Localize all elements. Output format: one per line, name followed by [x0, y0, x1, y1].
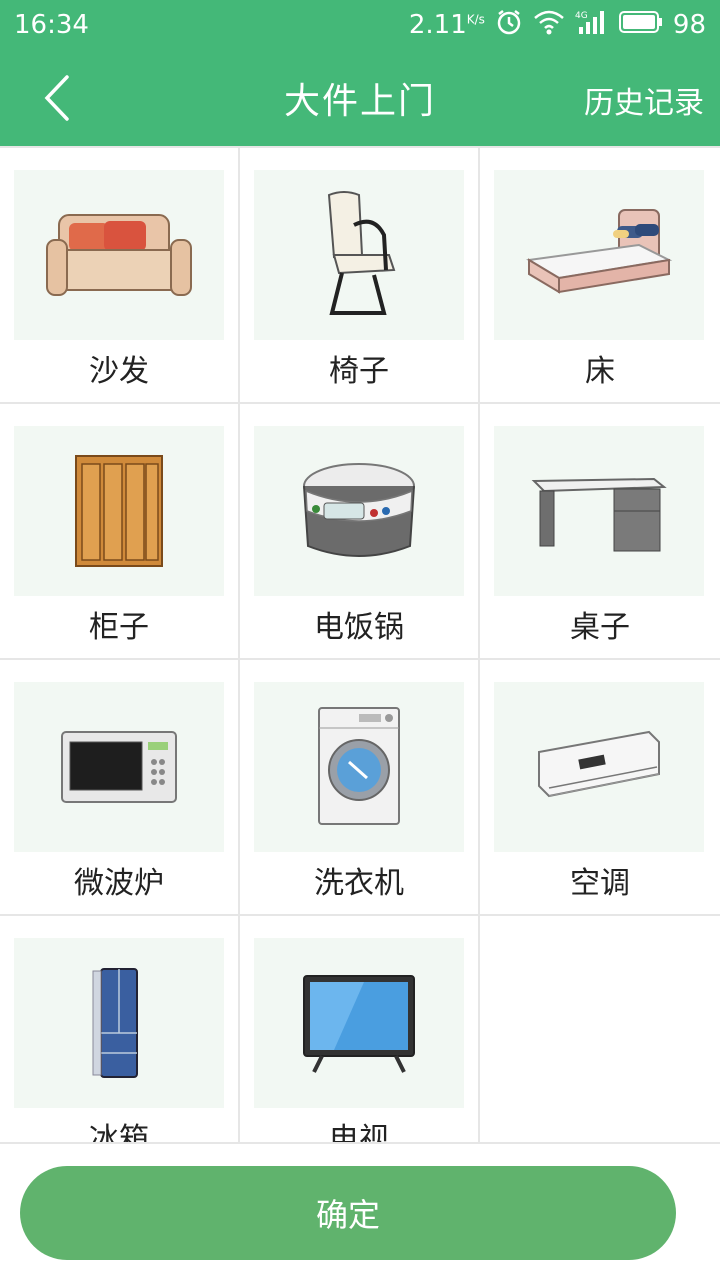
bottom-bar: 确定: [0, 1142, 720, 1280]
item-fridge[interactable]: 冰箱: [0, 916, 240, 1142]
battery-icon: [618, 10, 663, 41]
grid-row: 冰箱 电视: [0, 916, 720, 1142]
washing-machine-icon: [254, 682, 464, 852]
alarm-icon: [495, 8, 523, 43]
page-title: 大件上门: [283, 81, 436, 122]
item-label: 沙发: [89, 354, 149, 389]
item-sofa[interactable]: 沙发: [0, 148, 240, 402]
sofa-icon: [14, 170, 224, 340]
bed-icon: [494, 170, 704, 340]
grid-row: 柜子 电饭锅 桌子: [0, 404, 720, 660]
status-bar: 16:34 2.11K/s 4G 98: [0, 0, 720, 50]
item-label: 电视: [329, 1122, 389, 1142]
wifi-icon: [533, 9, 565, 42]
item-label: 桌子: [570, 610, 630, 645]
item-label: 微波炉: [74, 866, 164, 901]
history-link[interactable]: 历史记录: [584, 78, 704, 122]
item-label: 床: [585, 354, 615, 389]
status-time: 16:34: [14, 10, 89, 40]
svg-text:4G: 4G: [575, 11, 588, 21]
fridge-icon: [14, 938, 224, 1108]
network-speed: 2.11K/s: [408, 10, 485, 40]
item-chair[interactable]: 椅子: [240, 148, 480, 402]
item-label: 洗衣机: [314, 866, 404, 901]
tv-icon: [254, 938, 464, 1108]
item-air-conditioner[interactable]: 空调: [480, 660, 720, 914]
signal-icon: 4G: [575, 9, 609, 42]
microwave-icon: [14, 682, 224, 852]
item-wardrobe[interactable]: 柜子: [0, 404, 240, 658]
item-label: 椅子: [329, 354, 389, 389]
item-label: 电饭锅: [314, 610, 404, 645]
confirm-button[interactable]: 确定: [20, 1166, 676, 1260]
item-tv[interactable]: 电视: [240, 916, 480, 1142]
item-label: 柜子: [89, 610, 149, 645]
chevron-left-icon: [44, 75, 69, 121]
desk-icon: [494, 426, 704, 596]
item-rice-cooker[interactable]: 电饭锅: [240, 404, 480, 658]
item-label: 空调: [570, 866, 630, 901]
empty-cell: [480, 916, 720, 1142]
category-grid: 沙发 椅子 床 柜子 电饭锅 桌子 微波炉 洗衣机 空调 冰箱 电视: [0, 146, 720, 1142]
item-washing-machine[interactable]: 洗衣机: [240, 660, 480, 914]
air-conditioner-icon: [494, 682, 704, 852]
battery-level: 98: [672, 10, 706, 40]
status-icons: 2.11K/s 4G 98: [409, 8, 706, 43]
grid-row: 沙发 椅子 床: [0, 148, 720, 404]
wardrobe-icon: [14, 426, 224, 596]
back-button[interactable]: [28, 70, 84, 126]
grid-row: 微波炉 洗衣机 空调: [0, 660, 720, 916]
item-bed[interactable]: 床: [480, 148, 720, 402]
item-microwave[interactable]: 微波炉: [0, 660, 240, 914]
chair-icon: [254, 170, 464, 340]
item-desk[interactable]: 桌子: [480, 404, 720, 658]
item-label: 冰箱: [89, 1122, 149, 1142]
app-header: 大件上门 历史记录: [0, 50, 720, 146]
rice-cooker-icon: [254, 426, 464, 596]
